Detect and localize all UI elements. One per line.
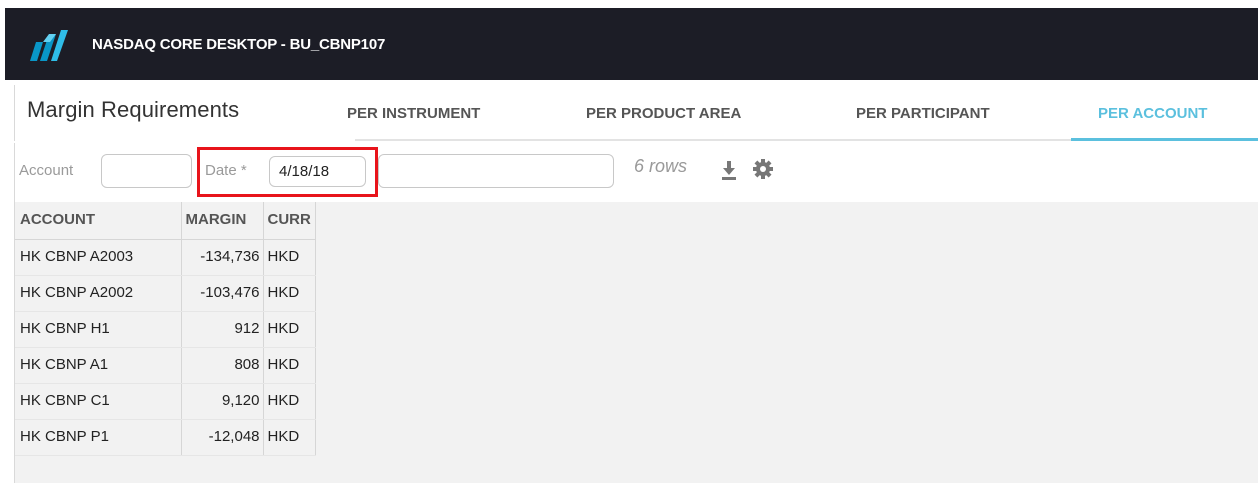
- cell-margin: -134,736: [181, 239, 264, 276]
- results-table-area: ACCOUNT MARGIN CURR HK CBNP A2003 -134,7…: [14, 202, 1258, 483]
- cell-account: HK CBNP C1: [15, 383, 182, 420]
- tab-per-product-area[interactable]: PER PRODUCT AREA: [586, 104, 741, 124]
- cell-margin: 912: [181, 311, 264, 348]
- account-label: Account: [19, 162, 74, 179]
- tab-per-account[interactable]: PER ACCOUNT: [1098, 104, 1207, 124]
- table-row[interactable]: HK CBNP H1 912 HKD: [15, 311, 316, 348]
- column-header-curr[interactable]: CURR: [263, 202, 316, 240]
- cell-account: HK CBNP A1: [15, 347, 182, 384]
- cell-curr: HKD: [263, 383, 316, 420]
- table-row[interactable]: HK CBNP C1 9,120 HKD: [15, 383, 316, 420]
- download-icon[interactable]: [721, 159, 737, 181]
- cell-margin: 9,120: [181, 383, 264, 420]
- table-row[interactable]: HK CBNP A2002 -103,476 HKD: [15, 275, 316, 312]
- results-table: ACCOUNT MARGIN CURR HK CBNP A2003 -134,7…: [15, 202, 316, 456]
- date-label: Date *: [205, 162, 247, 179]
- cell-margin: -103,476: [181, 275, 264, 312]
- cell-margin: -12,048: [181, 419, 264, 456]
- active-tab-indicator: [1071, 138, 1258, 141]
- cell-account: HK CBNP A2003: [15, 239, 182, 276]
- page-title: Margin Requirements: [27, 97, 240, 122]
- account-input[interactable]: [101, 154, 192, 188]
- cell-account: HK CBNP P1: [15, 419, 182, 456]
- table-row[interactable]: HK CBNP A2003 -134,736 HKD: [15, 239, 316, 276]
- app-title: NASDAQ CORE DESKTOP - BU_CBNP107: [92, 36, 386, 53]
- cell-curr: HKD: [263, 239, 316, 276]
- cell-curr: HKD: [263, 275, 316, 312]
- tab-per-instrument[interactable]: PER INSTRUMENT: [347, 104, 480, 124]
- tab-per-participant[interactable]: PER PARTICIPANT: [856, 104, 990, 124]
- nasdaq-logo-icon: [30, 30, 68, 61]
- gear-icon[interactable]: [753, 157, 773, 181]
- column-header-margin[interactable]: MARGIN: [181, 202, 264, 240]
- cell-margin: 808: [181, 347, 264, 384]
- row-count: 6 rows: [634, 156, 688, 176]
- filter-bar: Account Date * 4/18/18 6 rows: [14, 143, 1258, 202]
- filter-input[interactable]: [378, 154, 614, 188]
- column-header-account[interactable]: ACCOUNT: [15, 202, 182, 240]
- cell-account: HK CBNP H1: [15, 311, 182, 348]
- cell-curr: HKD: [263, 419, 316, 456]
- date-input[interactable]: 4/18/18: [269, 156, 366, 187]
- table-row[interactable]: HK CBNP A1 808 HKD: [15, 347, 316, 384]
- table-row[interactable]: HK CBNP P1 -12,048 HKD: [15, 419, 316, 456]
- app-window: NASDAQ CORE DESKTOP - BU_CBNP107 Margin …: [0, 0, 1258, 483]
- header-row: Margin Requirements PER INSTRUMENT PER P…: [14, 85, 1258, 141]
- cell-curr: HKD: [263, 347, 316, 384]
- title-bar: NASDAQ CORE DESKTOP - BU_CBNP107: [5, 8, 1258, 80]
- cell-curr: HKD: [263, 311, 316, 348]
- table-header-row: ACCOUNT MARGIN CURR: [15, 202, 316, 240]
- cell-account: HK CBNP A2002: [15, 275, 182, 312]
